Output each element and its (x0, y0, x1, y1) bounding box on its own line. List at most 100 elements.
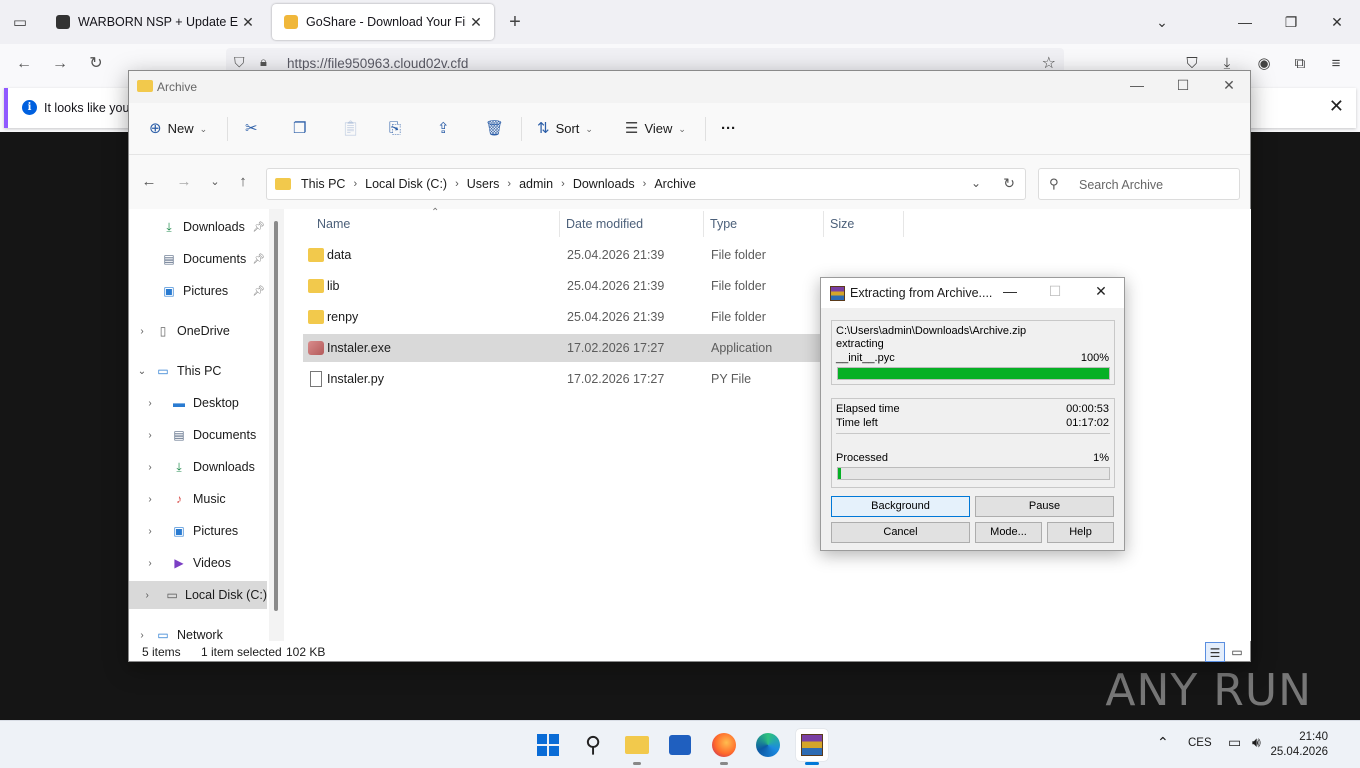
chevron-down-icon[interactable]: ⌄ (971, 176, 981, 190)
chevron-right-icon[interactable]: › (129, 526, 171, 537)
nav-item-music[interactable]: › ♪ Music (129, 485, 267, 513)
delete-button[interactable]: 🗑︎ (485, 117, 504, 141)
browser-minimize-button[interactable]: — (1233, 10, 1257, 34)
chevron-right-icon[interactable]: › (353, 178, 357, 190)
details-view-icon[interactable]: ☰ (1205, 642, 1225, 662)
column-header-type[interactable]: Type (710, 217, 737, 231)
browser-tab-warborn[interactable]: WARBORN NSP + Update Epic N ✕ (44, 4, 266, 40)
chevron-right-icon[interactable]: › (129, 398, 171, 409)
breadcrumb-archive[interactable]: Archive (654, 177, 696, 191)
cut-button[interactable]: ✂ (245, 117, 258, 141)
explorer-titlebar[interactable]: Archive — ☐ ✕ (129, 71, 1250, 103)
breadcrumb-downloads[interactable]: Downloads (573, 177, 635, 191)
menu-icon[interactable]: ≡ (1324, 52, 1348, 76)
recent-locations-icon[interactable]: ⌄ (203, 175, 227, 188)
clock[interactable]: 21:40 25.04.2026 (1270, 730, 1328, 760)
share-button[interactable]: ⇪ (437, 117, 450, 141)
nav-item-videos[interactable]: › ▶ Videos (129, 549, 267, 577)
browser-tab-goshare[interactable]: GoShare - Download Your File ✕ (272, 4, 494, 40)
refresh-icon[interactable]: ↻ (1003, 175, 1015, 192)
winrar-taskbar-icon[interactable] (796, 729, 828, 765)
new-button[interactable]: ⊕ New ⌄ (149, 117, 207, 141)
nav-item-downloads[interactable]: › ⤓ Downloads (129, 453, 267, 481)
minimize-button[interactable]: — (1000, 283, 1020, 299)
browser-close-button[interactable]: ✕ (1325, 10, 1349, 34)
address-bar[interactable]: This PC › Local Disk (C:) › Users › admin › … (266, 168, 1026, 200)
more-options-button[interactable]: ··· (721, 117, 736, 141)
file-row[interactable]: Instaler.py 17.02.2026 17:27 PY File (303, 365, 823, 393)
column-header-date[interactable]: Date modified (566, 217, 643, 231)
nav-item-this-pc[interactable]: ⌄ ▭ This PC (129, 357, 267, 385)
nav-item-onedrive[interactable]: › ▯ OneDrive (129, 317, 267, 345)
firefox-icon[interactable] (708, 729, 740, 765)
chevron-right-icon[interactable]: › (507, 178, 511, 190)
language-indicator[interactable]: CES (1188, 737, 1212, 749)
column-divider[interactable] (703, 211, 704, 237)
edge-icon[interactable] (752, 729, 784, 761)
back-arrow-icon[interactable]: ← (137, 173, 161, 190)
mode-button[interactable]: Mode... (975, 522, 1042, 543)
store-icon[interactable] (664, 729, 696, 761)
up-arrow-icon[interactable]: ↑ (231, 173, 255, 190)
network-icon[interactable]: ▭ (1228, 734, 1241, 751)
back-arrow-icon[interactable]: ← (12, 52, 36, 76)
nav-item-network[interactable]: › ▭ Network (129, 621, 267, 641)
nav-item-documents[interactable]: › ▤ Documents (129, 421, 267, 449)
cancel-button[interactable]: Cancel (831, 522, 970, 543)
chevron-right-icon[interactable]: › (455, 178, 459, 190)
nav-item-pictures-quick[interactable]: ▣ Pictures 📌︎ (129, 277, 267, 305)
column-header-name[interactable]: Name (317, 217, 350, 231)
search-icon[interactable]: ⚲ (577, 729, 609, 761)
help-button[interactable]: Help (1047, 522, 1114, 543)
dialog-titlebar[interactable]: Extracting from Archive.... — ☐ ✕ (821, 278, 1124, 308)
nav-scrollbar-thumb[interactable] (274, 221, 278, 611)
chevron-right-icon[interactable]: › (129, 558, 171, 569)
minimize-button[interactable]: — (1125, 77, 1149, 93)
column-divider[interactable] (903, 211, 904, 237)
lock-icon[interactable]: 🔒︎ (260, 54, 267, 70)
breadcrumb-this-pc[interactable]: This PC (301, 177, 345, 191)
rename-button[interactable]: ⎘ (389, 117, 401, 141)
search-input[interactable]: ⚲ Search Archive (1038, 168, 1240, 200)
chevron-right-icon[interactable]: › (129, 590, 165, 601)
close-button[interactable]: ✕ (1217, 77, 1241, 94)
forward-arrow-icon[interactable]: → (172, 173, 196, 190)
reload-icon[interactable]: ↻ (84, 52, 108, 76)
tracking-shield-icon[interactable]: ⛉ (234, 54, 245, 71)
breadcrumb-users[interactable]: Users (467, 177, 500, 191)
sort-button[interactable]: ⇅ Sort ⌄ (537, 117, 593, 141)
copy-button[interactable]: ❐ (293, 117, 306, 141)
nav-item-pictures[interactable]: › ▣ Pictures (129, 517, 267, 545)
background-button[interactable]: Background (831, 496, 970, 517)
browser-maximize-button[interactable]: ❐ (1279, 10, 1303, 34)
chevron-right-icon[interactable]: › (129, 326, 155, 337)
close-button[interactable]: ✕ (1091, 283, 1111, 300)
file-row[interactable]: renpy 25.04.2026 21:39 File folder (303, 303, 823, 331)
paste-button[interactable]: 📋︎ (341, 117, 360, 141)
chevron-down-icon[interactable]: ⌄ (129, 366, 155, 377)
nav-item-desktop[interactable]: › ▬ Desktop (129, 389, 267, 417)
view-button[interactable]: ☰ View ⌄ (625, 117, 686, 141)
column-divider[interactable] (559, 211, 560, 237)
url-text[interactable]: https://file950963.cloud02v.cfd (287, 56, 468, 71)
chevron-right-icon[interactable]: › (643, 178, 647, 190)
tab-list-icon[interactable]: ▭ (8, 10, 32, 34)
breadcrumb-local-disk[interactable]: Local Disk (C:) (365, 177, 447, 191)
start-button[interactable] (532, 729, 564, 761)
extensions-icon[interactable]: ⧉ (1288, 52, 1312, 76)
pause-button[interactable]: Pause (975, 496, 1114, 517)
file-row[interactable]: lib 25.04.2026 21:39 File folder (303, 272, 823, 300)
nav-item-local-disk[interactable]: › ▭ Local Disk (C:) (129, 581, 267, 609)
nav-item-downloads-quick[interactable]: ⤓ Downloads 📌︎ (129, 213, 267, 241)
chevron-up-icon[interactable]: ⌃ (1157, 734, 1169, 751)
forward-arrow-icon[interactable]: → (48, 52, 72, 76)
chevron-right-icon[interactable]: › (129, 462, 171, 473)
column-divider[interactable] (823, 211, 824, 237)
new-tab-button[interactable]: + (503, 10, 527, 34)
chevron-right-icon[interactable]: › (129, 494, 171, 505)
column-header-size[interactable]: Size (830, 217, 854, 231)
breadcrumb-admin[interactable]: admin (519, 177, 553, 191)
tab-close-icon[interactable]: ✕ (466, 14, 486, 31)
chevron-right-icon[interactable]: › (129, 630, 155, 641)
nav-item-documents-quick[interactable]: ▤ Documents 📌︎ (129, 245, 267, 273)
